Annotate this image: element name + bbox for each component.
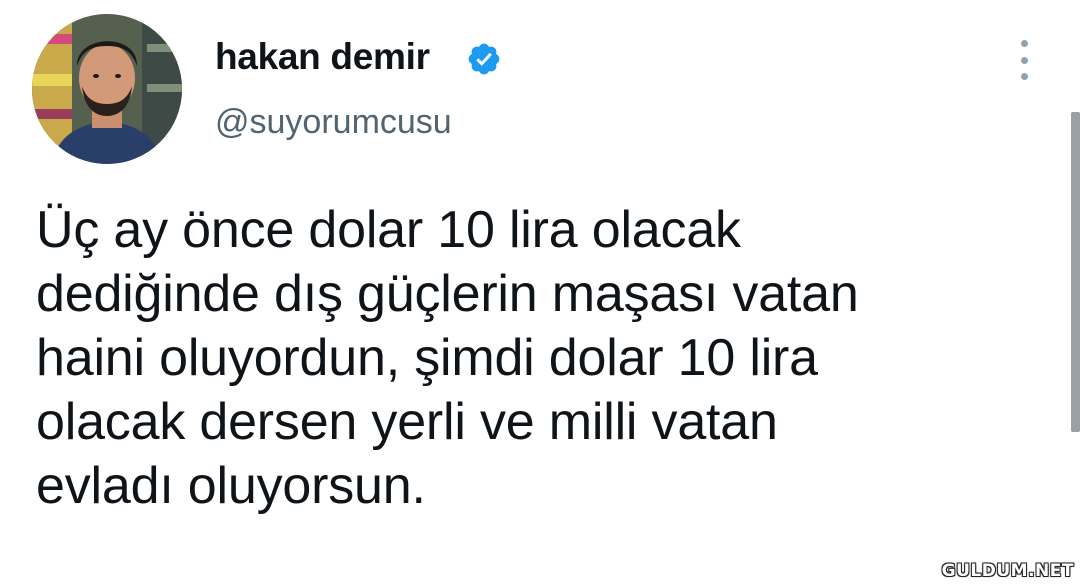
tweet-text-line: evladı oluyorsun.	[36, 457, 426, 515]
more-options-button[interactable]	[1008, 38, 1040, 82]
author-display-name[interactable]: hakan demir	[215, 36, 430, 78]
tweet-text-line: olacak dersen yerli ve milli vatan	[36, 393, 778, 451]
watermark: GULDUM.NET	[941, 561, 1074, 581]
tweet-screenshot: hakan demir @suyorumcusu Üç ay önce dola…	[0, 0, 1080, 585]
tweet-text-line: Üç ay önce dolar 10 lira olacak	[36, 201, 741, 259]
tweet-text: Üç ay önce dolar 10 lira olacak dediğind…	[36, 198, 1036, 518]
verified-badge-icon	[468, 43, 500, 75]
more-vertical-icon	[1020, 40, 1028, 47]
tweet-text-line: haini oluyordun, şimdi dolar 10 lira	[36, 329, 818, 387]
more-vertical-icon-dot	[1020, 73, 1028, 80]
tweet-text-line: dediğinde dış güçlerin maşası vatan	[36, 265, 859, 323]
avatar[interactable]	[32, 14, 182, 164]
scrollbar[interactable]	[1071, 112, 1080, 432]
more-vertical-icon-dot	[1020, 56, 1028, 64]
author-handle[interactable]: @suyorumcusu	[215, 103, 452, 142]
profile-photo	[32, 14, 182, 164]
